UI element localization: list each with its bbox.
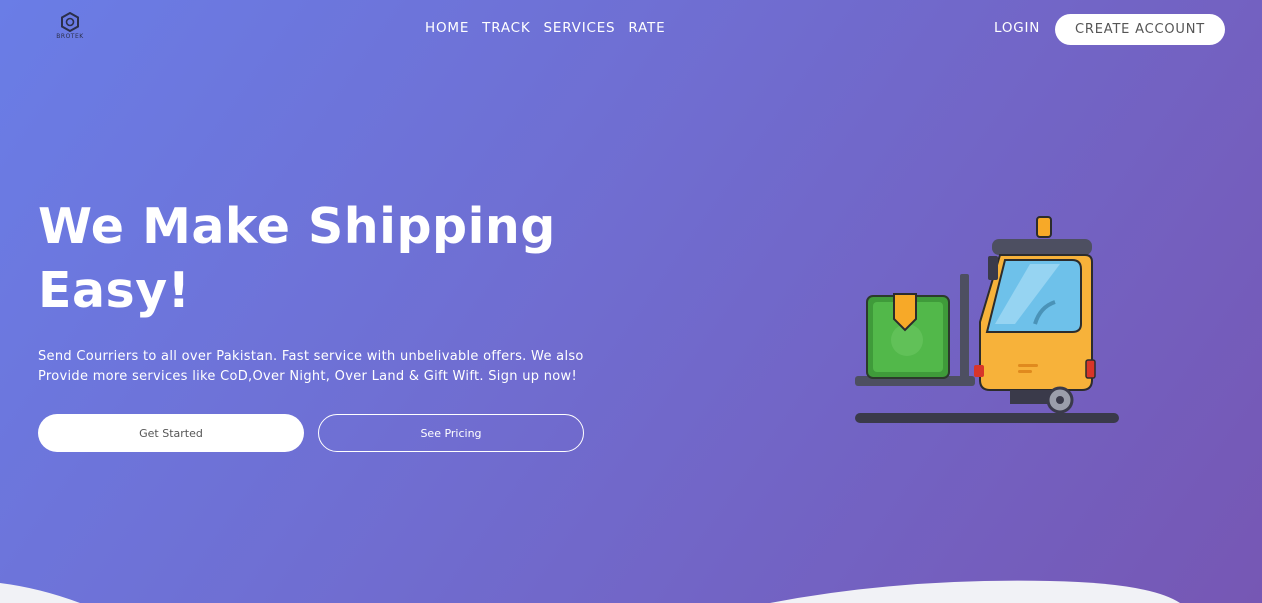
nav-services[interactable]: SERVICES (544, 20, 616, 36)
hero-title: We Make Shipping Easy! (38, 195, 598, 323)
hero-title-line2: Easy! (38, 262, 191, 319)
logo-text: BROTEK (56, 33, 84, 40)
nav-track[interactable]: TRACK (482, 20, 530, 36)
hero-title-line1: We Make Shipping (38, 198, 556, 255)
nav-rate[interactable]: RATE (628, 20, 665, 36)
create-account-button[interactable]: CREATE ACCOUNT (1055, 14, 1225, 45)
brand-logo[interactable]: BROTEK (52, 12, 88, 40)
see-pricing-button[interactable]: See Pricing (318, 414, 584, 452)
bottom-wave-decoration (0, 580, 1180, 603)
main-nav: HOME TRACK SERVICES RATE (425, 20, 665, 36)
nav-home[interactable]: HOME (425, 20, 469, 36)
login-link[interactable]: LOGIN (994, 20, 1040, 36)
logo-icon (61, 12, 79, 32)
hero-description: Send Courriers to all over Pakistan. Fas… (38, 349, 584, 384)
forklift-with-package-icon (855, 216, 1119, 423)
get-started-button[interactable]: Get Started (38, 414, 304, 452)
